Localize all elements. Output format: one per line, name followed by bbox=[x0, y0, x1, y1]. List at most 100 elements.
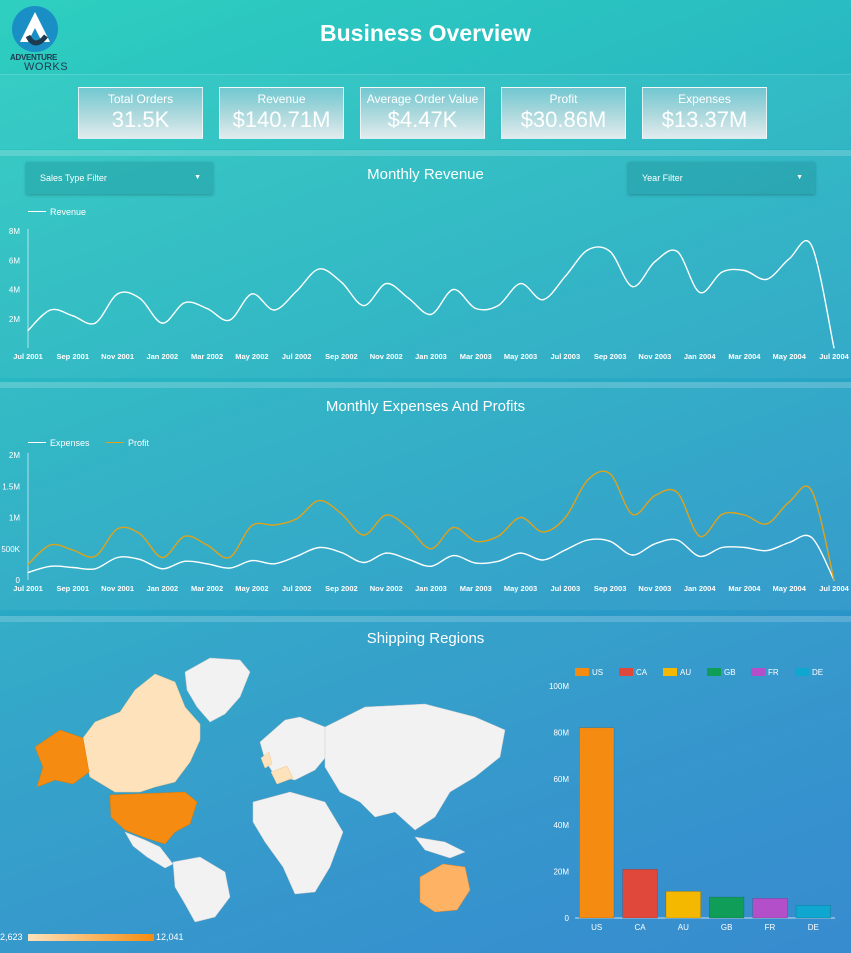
x-tick-label: Nov 2001 bbox=[101, 584, 134, 593]
x-tick-label: May 2002 bbox=[235, 352, 268, 361]
x-tick-label: May 2004 bbox=[773, 352, 807, 361]
data-point bbox=[698, 555, 701, 558]
world-map bbox=[34, 657, 506, 922]
data-point bbox=[766, 278, 768, 281]
data-point bbox=[49, 544, 52, 546]
series-line-expenses bbox=[27, 534, 835, 581]
x-tick-label: Mar 2002 bbox=[191, 584, 223, 593]
map-region-southeast-asia bbox=[414, 836, 466, 859]
data-point bbox=[654, 494, 656, 497]
x-tick-label: FR bbox=[765, 923, 776, 932]
x-tick-label: May 2003 bbox=[504, 352, 537, 361]
data-point bbox=[475, 307, 477, 310]
x-tick-label: Nov 2003 bbox=[638, 584, 671, 593]
kpi-value: $30.86M bbox=[520, 107, 607, 132]
data-point bbox=[810, 536, 813, 539]
data-point bbox=[743, 269, 746, 272]
map-region-alaska bbox=[34, 729, 90, 788]
x-tick-label: Sep 2001 bbox=[57, 584, 90, 593]
kpi-value: $13.37M bbox=[661, 107, 748, 132]
kpi-profit: Profit $30.86M bbox=[501, 87, 626, 139]
data-point bbox=[519, 282, 522, 285]
data-point bbox=[497, 535, 500, 538]
scale-max: 12,041 bbox=[156, 932, 184, 942]
kpi-strip: Total Orders 31.5K Revenue $140.71M Aver… bbox=[0, 74, 851, 149]
y-tick-label: 6M bbox=[9, 256, 20, 265]
map-region-asia bbox=[324, 703, 506, 831]
kpi-value: $4.47K bbox=[387, 107, 458, 132]
data-point bbox=[519, 516, 522, 519]
x-tick-label: DE bbox=[808, 923, 819, 932]
legend-label-us: US bbox=[592, 668, 603, 677]
legend-label-gb: GB bbox=[724, 668, 736, 677]
data-point bbox=[564, 275, 567, 278]
data-point bbox=[542, 298, 544, 301]
bar-fr[interactable] bbox=[752, 898, 788, 919]
section-title: Shipping Regions bbox=[366, 630, 485, 647]
legend-label-au: AU bbox=[680, 668, 691, 677]
y-tick-label: 60M bbox=[553, 775, 569, 784]
page-title: Business Overview bbox=[320, 20, 531, 46]
x-tick-label: Jul 2001 bbox=[13, 584, 43, 593]
x-tick-label: May 2003 bbox=[504, 584, 537, 593]
scale-min: 2,623 bbox=[0, 932, 23, 942]
x-tick-label: Jan 2004 bbox=[684, 352, 717, 361]
x-tick-label: Sep 2003 bbox=[594, 352, 627, 361]
bar-us[interactable] bbox=[579, 727, 615, 919]
x-tick-label: Mar 2002 bbox=[191, 352, 223, 361]
data-point bbox=[385, 552, 388, 554]
kpi-average-order-value: Average Order Value $4.47K bbox=[360, 87, 485, 139]
x-tick-label: Sep 2002 bbox=[325, 352, 358, 361]
data-point bbox=[631, 513, 634, 516]
data-point bbox=[497, 560, 500, 563]
x-tick-label: AU bbox=[678, 923, 689, 932]
data-point bbox=[586, 539, 589, 541]
x-tick-label: Jul 2003 bbox=[551, 584, 581, 593]
map-region-greenland bbox=[184, 657, 251, 723]
x-tick-label: Nov 2002 bbox=[370, 584, 403, 593]
data-point bbox=[116, 528, 119, 530]
bar-au[interactable] bbox=[665, 891, 701, 919]
y-tick-label: 2M bbox=[9, 315, 20, 324]
data-point bbox=[676, 250, 679, 253]
map-region-canada bbox=[79, 673, 201, 793]
data-point bbox=[833, 347, 835, 349]
x-tick-label: Jan 2003 bbox=[415, 584, 447, 593]
data-point bbox=[475, 540, 477, 543]
bar-de[interactable] bbox=[795, 904, 831, 919]
data-point bbox=[452, 554, 455, 557]
data-point bbox=[810, 489, 813, 492]
data-point bbox=[27, 563, 29, 566]
x-tick-label: Nov 2001 bbox=[101, 352, 134, 361]
data-point bbox=[340, 551, 343, 554]
data-point bbox=[631, 285, 634, 288]
data-point bbox=[721, 271, 723, 273]
data-point bbox=[295, 555, 298, 558]
map-region-usa bbox=[109, 791, 198, 845]
monthly-expenses-profits-panel: Monthly Expenses And Profits Expenses Pr… bbox=[0, 382, 851, 610]
kpi-total-orders: Total Orders 31.5K bbox=[78, 87, 203, 139]
x-tick-label: Nov 2003 bbox=[638, 352, 671, 361]
data-point bbox=[564, 516, 567, 519]
monthly-revenue-panel: Sales Type Filter ▼ Monthly Revenue Year… bbox=[0, 150, 851, 378]
y-tick-label: 4M bbox=[9, 286, 20, 295]
bar-gb[interactable] bbox=[709, 896, 745, 919]
data-point bbox=[94, 555, 96, 558]
data-point bbox=[385, 514, 388, 516]
x-tick-label: Mar 2004 bbox=[728, 352, 761, 361]
y-tick-label: 20M bbox=[553, 868, 569, 877]
bar-ca[interactable] bbox=[622, 869, 658, 919]
data-point bbox=[228, 319, 231, 321]
data-point bbox=[407, 297, 410, 300]
data-point bbox=[542, 531, 544, 533]
data-point bbox=[183, 560, 186, 563]
x-tick-label: Jul 2002 bbox=[282, 352, 312, 361]
data-point bbox=[161, 322, 164, 324]
data-point bbox=[721, 513, 723, 516]
data-point bbox=[788, 258, 790, 260]
data-point bbox=[318, 546, 320, 549]
x-tick-label: Mar 2003 bbox=[460, 352, 492, 361]
data-point bbox=[743, 546, 746, 549]
legend-swatch-fr bbox=[751, 668, 765, 676]
map-region-europe bbox=[259, 716, 331, 781]
